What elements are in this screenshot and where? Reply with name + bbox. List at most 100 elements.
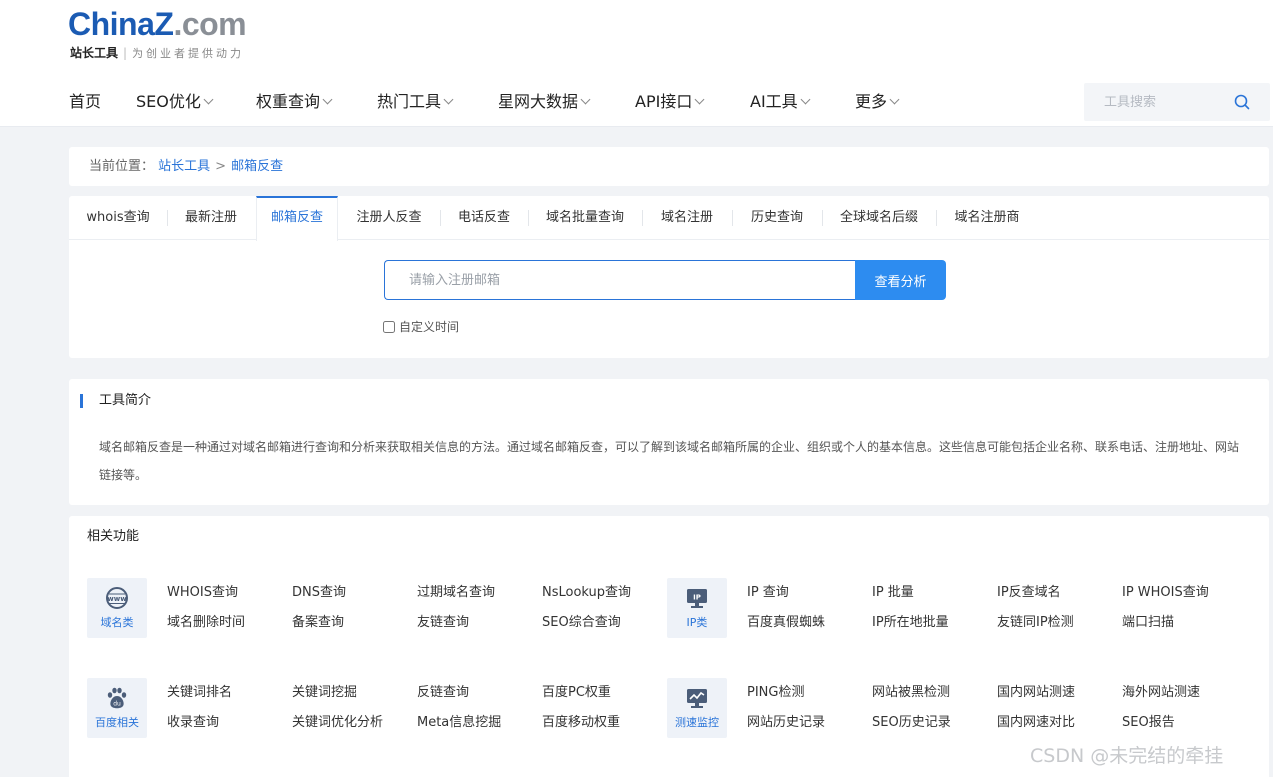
category-baidu[interactable]: du 百度相关 bbox=[87, 678, 147, 738]
category-label: IP类 bbox=[686, 616, 708, 629]
custom-time-checkbox[interactable] bbox=[383, 321, 395, 333]
category-speed-monitor[interactable]: 测速监控 bbox=[667, 678, 727, 738]
related-link[interactable]: IP所在地批量 bbox=[872, 615, 949, 631]
intro-section: 工具简介 域名邮箱反查是一种通过对域名邮箱进行查询和分析来获取相关信息的方法。通… bbox=[69, 379, 1269, 505]
monitor-ip-icon: IP bbox=[685, 586, 709, 610]
nav-item-ai-tools[interactable]: AI工具 bbox=[750, 86, 811, 118]
tab-phone-reverse[interactable]: 电话反查 bbox=[440, 196, 528, 240]
related-link[interactable]: IP 批量 bbox=[872, 585, 914, 601]
related-link[interactable]: SEO综合查询 bbox=[542, 615, 621, 631]
related-link[interactable]: 反链查询 bbox=[417, 685, 469, 701]
related-link[interactable]: WHOIS查询 bbox=[167, 585, 238, 601]
related-link[interactable]: 收录查询 bbox=[167, 715, 219, 731]
related-link[interactable]: 关键词挖掘 bbox=[292, 685, 357, 701]
related-link[interactable]: 友链查询 bbox=[417, 615, 469, 631]
intro-text: 域名邮箱反查是一种通过对域名邮箱进行查询和分析来获取相关信息的方法。通过域名邮箱… bbox=[99, 440, 1240, 482]
related-link[interactable]: 网站被黑检测 bbox=[872, 685, 950, 701]
monitor-chart-icon bbox=[685, 686, 709, 710]
nav-item-weight[interactable]: 权重查询 bbox=[256, 86, 333, 118]
breadcrumb: 当前位置： 站长工具 > 邮箱反查 bbox=[89, 147, 283, 186]
category-ip[interactable]: IP IP类 bbox=[667, 578, 727, 638]
related-link[interactable]: DNS查询 bbox=[292, 585, 346, 601]
related-link[interactable]: PING检测 bbox=[747, 685, 804, 701]
category-label: 测速监控 bbox=[675, 716, 719, 729]
breadcrumb-current-link[interactable]: 邮箱反查 bbox=[231, 159, 283, 174]
nav-item-home[interactable]: 首页 bbox=[69, 86, 101, 118]
csdn-watermark: CSDN @未完结的牵挂 bbox=[1030, 745, 1224, 767]
logo-wordmark: ChinaZ.com bbox=[68, 6, 247, 42]
chevron-down-icon bbox=[580, 94, 591, 105]
tab-global-suffix[interactable]: 全球域名后缀 bbox=[822, 196, 936, 240]
logo-name: 站长工具 bbox=[70, 46, 119, 60]
related-link[interactable]: 端口扫描 bbox=[1122, 615, 1174, 631]
category-label: 百度相关 bbox=[95, 716, 139, 729]
tab-latest-registered[interactable]: 最新注册 bbox=[167, 196, 255, 240]
email-input[interactable] bbox=[384, 260, 856, 300]
chevron-down-icon bbox=[322, 94, 333, 105]
globe-www-icon: www bbox=[105, 586, 129, 610]
logo-tagline: 站长工具 | 为创业者提供动力 bbox=[70, 46, 244, 61]
related-link[interactable]: SEO报告 bbox=[1122, 715, 1175, 731]
related-link[interactable]: 百度移动权重 bbox=[542, 715, 620, 731]
intro-title: 工具简介 bbox=[99, 393, 152, 408]
tab-registrar[interactable]: 域名注册商 bbox=[936, 196, 1038, 240]
nav-item-seo[interactable]: SEO优化 bbox=[136, 86, 214, 118]
chevron-down-icon bbox=[800, 94, 811, 105]
chinaz-logo[interactable]: ChinaZ.com 站长工具 | 为创业者提供动力 bbox=[68, 6, 247, 60]
category-domain[interactable]: www 域名类 bbox=[87, 578, 147, 638]
breadcrumb-home-link[interactable]: 站长工具 bbox=[158, 159, 210, 174]
analyze-button[interactable]: 查看分析 bbox=[855, 260, 946, 300]
site-header: ChinaZ.com 站长工具 | 为创业者提供动力 首页 SEO优化 权重查询 热… bbox=[0, 0, 1273, 127]
breadcrumb-separator: > bbox=[215, 159, 227, 174]
tool-search-input[interactable] bbox=[1084, 83, 1229, 121]
tab-domain-register[interactable]: 域名注册 bbox=[642, 196, 732, 240]
logo-slogan: 为创业者提供动力 bbox=[132, 47, 245, 60]
nav-item-bigdata[interactable]: 星网大数据 bbox=[498, 86, 591, 118]
category-label: 域名类 bbox=[100, 616, 134, 629]
query-card: whois查询 最新注册 邮箱反查 注册人反查 电话反查 域名批量查询 域名注册… bbox=[69, 196, 1269, 358]
related-link[interactable]: 域名删除时间 bbox=[167, 615, 245, 631]
custom-time-label: 自定义时间 bbox=[399, 320, 460, 334]
related-link[interactable]: IP WHOIS查询 bbox=[1122, 585, 1209, 601]
breadcrumb-label: 当前位置： bbox=[89, 159, 155, 174]
tab-whois[interactable]: whois查询 bbox=[69, 196, 167, 240]
chevron-down-icon bbox=[203, 94, 214, 105]
related-link[interactable]: 国内网站测速 bbox=[997, 685, 1075, 701]
tab-registrant-reverse[interactable]: 注册人反查 bbox=[338, 196, 440, 240]
nav-item-api[interactable]: API接口 bbox=[635, 86, 705, 118]
chevron-down-icon bbox=[889, 94, 900, 105]
related-title: 相关功能 bbox=[87, 529, 140, 544]
related-link[interactable]: 百度真假蜘蛛 bbox=[747, 615, 825, 631]
related-link[interactable]: 百度PC权重 bbox=[542, 685, 611, 701]
tool-search bbox=[1084, 83, 1270, 121]
related-link[interactable]: NsLookup查询 bbox=[542, 585, 631, 601]
chevron-down-icon bbox=[694, 94, 705, 105]
related-link[interactable]: 国内网速对比 bbox=[997, 715, 1075, 731]
related-link[interactable]: 过期域名查询 bbox=[417, 585, 495, 601]
nav-item-more[interactable]: 更多 bbox=[855, 86, 900, 118]
tab-email-reverse[interactable]: 邮箱反查 bbox=[256, 196, 338, 241]
related-link[interactable]: Meta信息挖掘 bbox=[417, 715, 501, 731]
custom-time-option[interactable]: 自定义时间 bbox=[383, 320, 459, 334]
tool-tabs: whois查询 最新注册 邮箱反查 注册人反查 电话反查 域名批量查询 域名注册… bbox=[69, 196, 1269, 241]
related-link[interactable]: IP反查域名 bbox=[997, 585, 1061, 601]
related-link[interactable]: 关键词优化分析 bbox=[292, 715, 383, 731]
related-link[interactable]: 备案查询 bbox=[292, 615, 344, 631]
svg-text:www: www bbox=[107, 595, 127, 603]
related-link[interactable]: IP 查询 bbox=[747, 585, 789, 601]
tab-domain-batch[interactable]: 域名批量查询 bbox=[528, 196, 642, 240]
nav-item-hot-tools[interactable]: 热门工具 bbox=[377, 86, 454, 118]
main-nav: 首页 SEO优化 权重查询 热门工具 星网大数据 API接口 AI工具 更多 bbox=[0, 86, 1050, 118]
related-link[interactable]: 关键词排名 bbox=[167, 685, 232, 701]
related-link[interactable]: 海外网站测速 bbox=[1122, 685, 1200, 701]
logo-divider: | bbox=[123, 46, 128, 60]
section-marker bbox=[80, 394, 83, 408]
related-link[interactable]: 友链同IP检测 bbox=[997, 615, 1074, 631]
search-icon[interactable] bbox=[1232, 92, 1252, 112]
svg-text:IP: IP bbox=[693, 594, 701, 602]
chevron-down-icon bbox=[443, 94, 454, 105]
related-section: 相关功能 www 域名类 WHOIS查询 DNS查询 过期域名查询 NsLook… bbox=[69, 516, 1269, 777]
related-link[interactable]: 网站历史记录 bbox=[747, 715, 825, 731]
tab-history[interactable]: 历史查询 bbox=[732, 196, 822, 240]
related-link[interactable]: SEO历史记录 bbox=[872, 715, 951, 731]
